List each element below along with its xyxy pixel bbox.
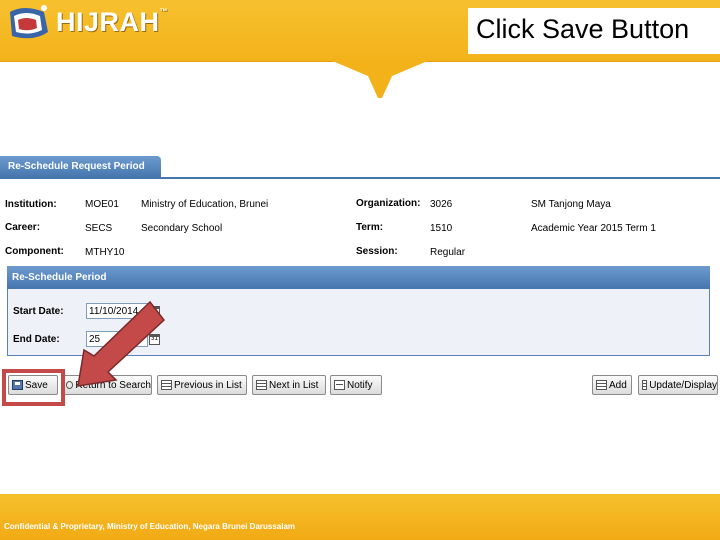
add-label: Add <box>609 379 627 391</box>
component-label: Component: <box>5 246 64 257</box>
component-code: MTHY10 <box>85 247 125 258</box>
next-in-list-button[interactable]: Next in List <box>252 375 326 395</box>
banner-notch <box>330 60 430 98</box>
notify-icon <box>334 380 345 390</box>
term-name: Academic Year 2015 Term 1 <box>531 223 656 234</box>
slide-title: Click Save Button <box>476 14 690 44</box>
organization-code: 3026 <box>430 199 453 210</box>
previous-in-list-button[interactable]: Previous in List <box>157 375 247 395</box>
term-label: Term: <box>356 222 384 233</box>
add-icon <box>596 380 607 390</box>
previous-in-list-label: Previous in List <box>174 379 242 391</box>
callout-arrow-icon <box>77 300 166 387</box>
logo-text: HIJRAH™ <box>56 7 169 37</box>
session-label: Session: <box>356 246 398 257</box>
organization-name: SM Tanjong Maya <box>531 199 611 210</box>
add-button[interactable]: Add <box>592 375 632 395</box>
notify-button[interactable]: Notify <box>330 375 382 395</box>
institution-name: Ministry of Education, Brunei <box>141 199 269 210</box>
end-date-label: End Date: <box>13 334 60 345</box>
hijrah-logo: HIJRAH™ <box>4 2 168 46</box>
next-in-list-label: Next in List <box>269 379 319 391</box>
career-name: Secondary School <box>141 223 223 234</box>
save-highlight-box <box>2 369 65 406</box>
institution-label: Institution: <box>5 199 57 210</box>
reschedule-period-header: Re-Schedule Period <box>7 266 710 289</box>
tab-reschedule-request-period[interactable]: Re-Schedule Request Period <box>0 156 161 178</box>
career-code: SECS <box>85 223 113 234</box>
term-code: 1510 <box>430 223 453 234</box>
organization-label: Organization: <box>356 198 421 209</box>
footer-banner <box>0 494 720 540</box>
next-list-icon <box>256 380 267 390</box>
session-value: Regular <box>430 247 466 258</box>
logo-emblem-icon <box>10 5 48 39</box>
career-label: Career: <box>5 222 41 233</box>
notify-label: Notify <box>347 379 373 391</box>
update-display-button[interactable]: Update/Display <box>638 375 718 395</box>
update-display-label: Update/Display <box>649 379 717 391</box>
institution-code: MOE01 <box>85 199 119 210</box>
tab-underline <box>0 177 720 179</box>
footer-text: Confidential & Proprietary, Ministry of … <box>4 522 296 531</box>
update-display-icon <box>642 380 648 390</box>
start-date-label: Start Date: <box>13 306 64 317</box>
